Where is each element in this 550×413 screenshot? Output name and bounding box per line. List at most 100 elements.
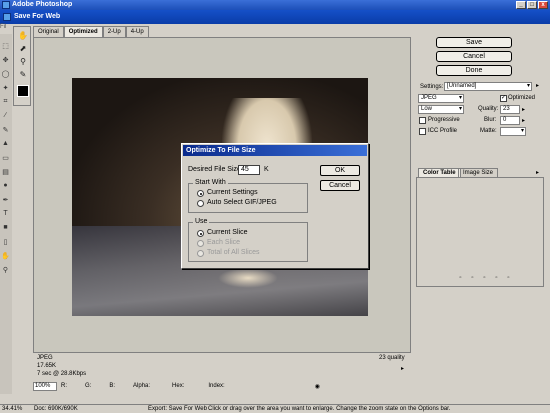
quality-arrow-icon[interactable]: ▸: [522, 106, 525, 113]
tab-image-size[interactable]: Image Size: [458, 168, 499, 177]
done-button[interactable]: Done: [436, 65, 512, 76]
total-slices-radio[interactable]: [197, 250, 204, 257]
total-slices-label: Total of All Slices: [207, 249, 260, 256]
kitten-paws: [218, 268, 278, 288]
use-group: Use Current Slice Each Slice Total of Al…: [188, 218, 308, 262]
dialog-title: Save For Web: [14, 13, 61, 20]
color-table-panel: Color Table Image Size ▸ ▫ ▫ ▫ ▫ ▫: [416, 168, 544, 296]
wand-tool-icon[interactable]: ✦: [1, 84, 10, 94]
tab-2-up[interactable]: 2-Up: [102, 26, 126, 37]
zoom-select[interactable]: 100%: [33, 381, 57, 391]
status-hint: Click or drag over the area you want to …: [208, 406, 451, 412]
tab-optimized[interactable]: Optimized: [63, 26, 103, 37]
index-readout: Index:: [208, 383, 225, 389]
slice-select-icon[interactable]: ⬈: [17, 42, 29, 54]
current-slice-radio[interactable]: [197, 230, 204, 237]
status-zoom: 34.41%: [2, 406, 23, 412]
browser-preview-icon[interactable]: ◉: [315, 383, 320, 390]
format-select[interactable]: JPEG: [418, 94, 464, 103]
status-export: Export: Save For Web: [148, 406, 207, 412]
optimized-label: Optimized: [508, 95, 536, 101]
photoshop-status-bar: 34.41% Doc: 690K/690K Export: Save For W…: [0, 404, 550, 413]
minimize-button[interactable]: _: [516, 1, 526, 9]
new-color-icon[interactable]: ▫: [481, 275, 488, 282]
preview-status: JPEG 17.65K 7 sec @ 28.8Kbps 23 quality …: [33, 353, 411, 379]
modal-cancel-button[interactable]: Cancel: [320, 180, 360, 191]
pen-tool-icon[interactable]: ✒: [1, 196, 10, 206]
stamp-tool-icon[interactable]: ▲: [1, 140, 10, 150]
status-menu-icon[interactable]: ▸: [401, 365, 404, 372]
each-slice-label: Each Slice: [207, 239, 241, 246]
trash-icon[interactable]: ▫: [505, 275, 512, 282]
r-readout: R:: [61, 383, 67, 389]
eyedropper-color-swatch[interactable]: [17, 85, 29, 97]
size-unit-label: K: [264, 166, 269, 173]
type-tool-icon[interactable]: T: [1, 210, 10, 220]
lock-color-icon[interactable]: ▫: [469, 275, 476, 282]
save-for-web-title-bar: Save For Web: [0, 10, 550, 24]
optimize-dialog-title: Optimize To File Size: [183, 145, 367, 156]
auto-select-radio[interactable]: [197, 200, 204, 207]
cancel-button[interactable]: Cancel: [436, 51, 512, 62]
blur-input[interactable]: 0: [500, 116, 520, 125]
delete-color-icon[interactable]: ▫: [493, 275, 500, 282]
current-slice-label: Current Slice: [207, 229, 248, 236]
status-format: JPEG: [37, 355, 53, 361]
maximize-button[interactable]: □: [527, 1, 537, 9]
color-table-area[interactable]: ▫ ▫ ▫ ▫ ▫: [416, 177, 544, 287]
notes-tool-icon[interactable]: ▯: [1, 238, 10, 248]
status-doc: Doc: 690K/690K: [34, 406, 78, 412]
marquee-tool-icon[interactable]: ⬚: [1, 42, 10, 52]
use-title: Use: [193, 218, 210, 225]
brush-tool-icon[interactable]: ✎: [1, 126, 10, 136]
zoom-icon[interactable]: ⚲: [17, 55, 29, 67]
web-snap-icon[interactable]: ▫: [457, 275, 464, 282]
status-size: 17.65K: [37, 363, 57, 369]
b-readout: B:: [109, 383, 116, 389]
gradient-tool-icon[interactable]: ▤: [1, 168, 10, 178]
quality-input[interactable]: 23: [500, 105, 520, 114]
tab-color-table[interactable]: Color Table: [418, 168, 461, 177]
alpha-readout: Alpha:: [133, 383, 151, 389]
icc-profile-checkbox[interactable]: [419, 128, 426, 135]
desired-size-label: Desired File Size:: [188, 166, 243, 173]
zoom-tool-icon[interactable]: ⚲: [1, 266, 10, 276]
blur-label: Blur:: [484, 117, 497, 123]
dodge-tool-icon[interactable]: ●: [1, 182, 10, 192]
tab-4-up[interactable]: 4-Up: [125, 26, 149, 37]
slice-tool-icon[interactable]: ∕: [1, 112, 10, 122]
progressive-checkbox[interactable]: [419, 117, 426, 124]
app-title-bar: Adobe Photoshop _ □ x: [0, 0, 550, 10]
color-table-menu-icon[interactable]: ▸: [536, 169, 539, 176]
blur-arrow-icon[interactable]: ▸: [522, 117, 525, 124]
current-settings-radio[interactable]: [197, 190, 204, 197]
lasso-tool-icon[interactable]: ◯: [1, 70, 10, 80]
app-title: Adobe Photoshop: [12, 1, 73, 8]
start-with-group: Start With Current Settings Auto Select …: [188, 179, 308, 213]
eraser-tool-icon[interactable]: ▭: [1, 154, 10, 164]
bottom-bar: 100% R: G: B: Alpha: Hex: Index: ◉: [33, 380, 411, 392]
quality-label: Quality:: [478, 106, 499, 112]
hand-icon[interactable]: ✋: [17, 29, 29, 41]
auto-select-label: Auto Select GIF/JPEG: [207, 199, 277, 206]
tab-original[interactable]: Original: [33, 26, 64, 37]
quality-level-select[interactable]: Low: [418, 105, 464, 114]
close-app-button[interactable]: x: [538, 1, 548, 9]
desired-size-input[interactable]: 45: [238, 165, 260, 175]
hand-tool-icon[interactable]: ✋: [1, 252, 10, 262]
settings-menu-icon[interactable]: ▸: [536, 82, 539, 89]
optimize-dialog: Optimize To File Size Desired File Size:…: [181, 143, 369, 269]
each-slice-radio[interactable]: [197, 240, 204, 247]
optimized-checkbox[interactable]: [500, 94, 507, 102]
move-tool-icon[interactable]: ✥: [1, 56, 10, 66]
shape-tool-icon[interactable]: ■: [1, 224, 10, 234]
save-for-web-icon: [3, 13, 11, 21]
settings-preset-select[interactable]: [Unnamed]: [444, 82, 532, 91]
matte-select[interactable]: [500, 127, 526, 136]
ok-button[interactable]: OK: [320, 165, 360, 176]
crop-tool-icon[interactable]: ⌗: [1, 98, 10, 108]
eyedropper-icon[interactable]: ✎: [17, 68, 29, 80]
current-settings-label: Current Settings: [207, 189, 258, 196]
save-button[interactable]: Save: [436, 37, 512, 48]
status-quality: 23 quality: [379, 355, 405, 361]
